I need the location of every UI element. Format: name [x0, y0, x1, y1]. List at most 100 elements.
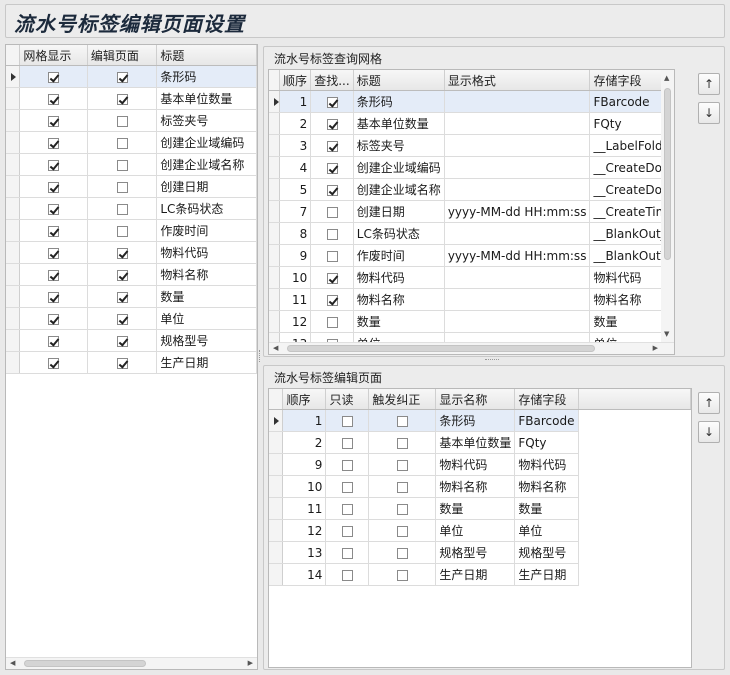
- row-indicator[interactable]: [6, 241, 21, 264]
- readonly-checkbox[interactable]: [341, 547, 353, 559]
- edit-page-checkbox[interactable]: [116, 93, 128, 105]
- display-name-cell[interactable]: 单位: [435, 519, 516, 542]
- table-row[interactable]: LC条码状态: [6, 197, 257, 220]
- find-checkbox[interactable]: [326, 250, 338, 262]
- storage-field-cell[interactable]: FBarcode: [514, 409, 580, 432]
- scroll-left-arrow-icon[interactable]: ◀: [273, 344, 278, 352]
- find-cell[interactable]: [310, 288, 354, 311]
- table-row[interactable]: 1 条形码 FBarcode: [269, 90, 674, 113]
- find-cell[interactable]: [310, 134, 354, 157]
- row-indicator[interactable]: [269, 156, 281, 179]
- display-name-cell[interactable]: 条形码: [435, 409, 516, 432]
- trigger-correction-cell[interactable]: [368, 563, 437, 586]
- trigger-correction-checkbox[interactable]: [396, 525, 408, 537]
- display-format-cell[interactable]: [444, 288, 591, 311]
- row-indicator[interactable]: [269, 266, 281, 289]
- query-move-down-button[interactable]: ↓: [698, 102, 720, 124]
- grid-display-cell[interactable]: [19, 263, 88, 286]
- readonly-cell[interactable]: [325, 497, 370, 520]
- title-cell[interactable]: 标签夹号: [156, 109, 257, 132]
- seq-cell[interactable]: 7: [279, 200, 312, 223]
- col-header-display-format[interactable]: 显示格式: [444, 70, 591, 91]
- table-row[interactable]: 物料名称: [6, 263, 257, 286]
- readonly-checkbox[interactable]: [341, 415, 353, 427]
- edit-page-cell[interactable]: [87, 197, 158, 220]
- table-row[interactable]: 作废时间: [6, 219, 257, 242]
- edit-page-checkbox[interactable]: [116, 203, 128, 215]
- table-row[interactable]: 4 创建企业域编码 __CreateDor: [269, 156, 674, 179]
- readonly-cell[interactable]: [325, 431, 370, 454]
- grid-display-checkbox[interactable]: [48, 247, 60, 259]
- grid-display-cell[interactable]: [19, 109, 88, 132]
- table-row[interactable]: 数量: [6, 285, 257, 308]
- find-checkbox[interactable]: [326, 140, 338, 152]
- title-cell[interactable]: 物料代码: [353, 266, 445, 289]
- find-checkbox[interactable]: [326, 184, 338, 196]
- table-row[interactable]: 基本单位数量: [6, 87, 257, 110]
- table-row[interactable]: 10 物料名称 物料名称: [269, 475, 691, 498]
- seq-cell[interactable]: 1: [282, 409, 327, 432]
- edit-page-cell[interactable]: [87, 109, 158, 132]
- row-indicator[interactable]: [269, 178, 281, 201]
- left-grid-hscrollbar[interactable]: ◀ ▶: [6, 657, 257, 669]
- grid-display-cell[interactable]: [19, 65, 88, 88]
- grid-display-checkbox[interactable]: [48, 335, 60, 347]
- table-row[interactable]: 标签夹号: [6, 109, 257, 132]
- col-header-grid-display[interactable]: 网格显示: [19, 45, 88, 66]
- edit-page-checkbox[interactable]: [116, 225, 128, 237]
- trigger-correction-checkbox[interactable]: [396, 437, 408, 449]
- grid-display-checkbox[interactable]: [48, 203, 60, 215]
- title-cell[interactable]: 数量: [353, 310, 445, 333]
- table-row[interactable]: 9 物料代码 物料代码: [269, 453, 691, 476]
- scroll-up-arrow-icon[interactable]: ▲: [664, 74, 669, 82]
- readonly-checkbox[interactable]: [341, 525, 353, 537]
- table-row[interactable]: 11 物料名称 物料名称: [269, 288, 674, 311]
- horizontal-splitter[interactable]: [485, 359, 499, 362]
- trigger-correction-checkbox[interactable]: [396, 459, 408, 471]
- seq-cell[interactable]: 2: [282, 431, 327, 454]
- display-format-cell[interactable]: [444, 266, 591, 289]
- row-indicator[interactable]: [269, 112, 281, 135]
- trigger-correction-cell[interactable]: [368, 431, 437, 454]
- table-row[interactable]: 13 规格型号 规格型号: [269, 541, 691, 564]
- title-cell[interactable]: 物料名称: [156, 263, 257, 286]
- storage-field-cell[interactable]: 生产日期: [514, 563, 580, 586]
- seq-cell[interactable]: 10: [279, 266, 312, 289]
- row-indicator[interactable]: [269, 222, 281, 245]
- seq-cell[interactable]: 9: [282, 453, 327, 476]
- edit-page-checkbox[interactable]: [116, 71, 128, 83]
- display-name-cell[interactable]: 物料代码: [435, 453, 516, 476]
- row-indicator[interactable]: [269, 541, 284, 564]
- grid-display-checkbox[interactable]: [48, 137, 60, 149]
- seq-cell[interactable]: 11: [279, 288, 312, 311]
- title-cell[interactable]: 条形码: [353, 90, 445, 113]
- col-header-title[interactable]: 标题: [353, 70, 445, 91]
- find-checkbox[interactable]: [326, 294, 338, 306]
- left-grid-hscroll-thumb[interactable]: [24, 660, 146, 667]
- seq-cell[interactable]: 5: [279, 178, 312, 201]
- display-format-cell[interactable]: yyyy-MM-dd HH:mm:ss: [444, 200, 591, 223]
- edit-page-cell[interactable]: [87, 263, 158, 286]
- table-row[interactable]: 物料代码: [6, 241, 257, 264]
- display-name-cell[interactable]: 规格型号: [435, 541, 516, 564]
- edit-move-down-button[interactable]: ↓: [698, 421, 720, 443]
- title-cell[interactable]: 物料名称: [353, 288, 445, 311]
- scroll-left-arrow-icon[interactable]: ◀: [10, 659, 15, 667]
- title-cell[interactable]: LC条码状态: [353, 222, 445, 245]
- row-indicator[interactable]: [269, 310, 281, 333]
- readonly-checkbox[interactable]: [341, 569, 353, 581]
- table-row[interactable]: 12 数量 数量: [269, 310, 674, 333]
- edit-page-checkbox[interactable]: [116, 115, 128, 127]
- trigger-correction-checkbox[interactable]: [396, 569, 408, 581]
- col-header-storage-field[interactable]: 存储字段: [514, 389, 580, 410]
- trigger-correction-cell[interactable]: [368, 497, 437, 520]
- scroll-right-arrow-icon[interactable]: ▶: [653, 344, 658, 352]
- edit-page-cell[interactable]: [87, 241, 158, 264]
- table-row[interactable]: 11 数量 数量: [269, 497, 691, 520]
- grid-display-checkbox[interactable]: [48, 159, 60, 171]
- col-header-readonly[interactable]: 只读: [325, 389, 370, 410]
- grid-display-checkbox[interactable]: [48, 93, 60, 105]
- edit-page-cell[interactable]: [87, 153, 158, 176]
- table-row[interactable]: 12 单位 单位: [269, 519, 691, 542]
- display-format-cell[interactable]: [444, 90, 591, 113]
